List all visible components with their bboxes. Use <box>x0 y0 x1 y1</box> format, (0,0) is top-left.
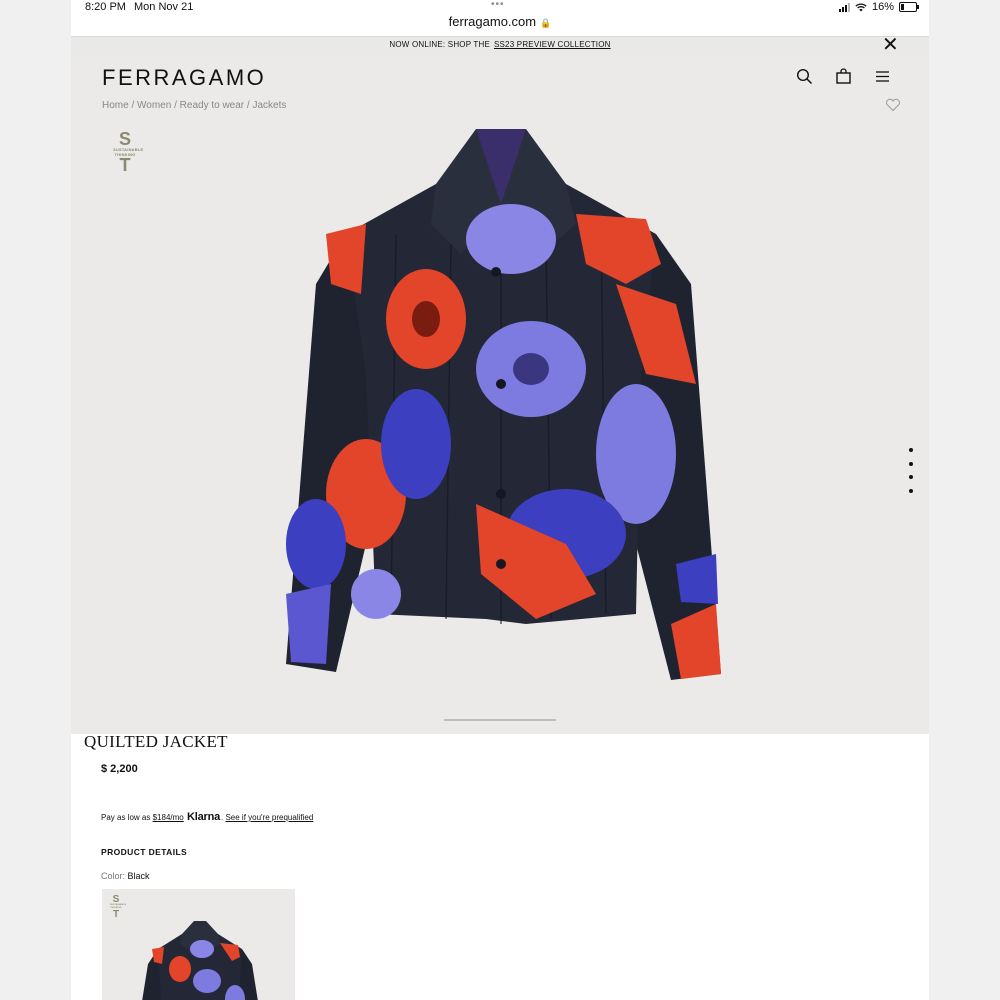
breadcrumb-ready-to-wear[interactable]: Ready to wear <box>180 100 244 111</box>
close-icon[interactable]: ✕ <box>882 35 899 55</box>
lock-icon: 🔒 <box>540 18 552 28</box>
breadcrumb-home[interactable]: Home <box>102 100 129 111</box>
product-title: QUILTED JACKET <box>84 732 228 751</box>
address-bar[interactable]: ferragamo.com 🔒 <box>71 14 929 36</box>
status-right: 16% <box>838 1 919 13</box>
url-domain: ferragamo.com <box>448 14 537 29</box>
menu-icon[interactable] <box>874 68 891 85</box>
color-label: Color: <box>101 871 126 881</box>
klarna-financing: Pay as low as $184/mo Klarna. See if you… <box>101 811 314 823</box>
breadcrumb-jackets[interactable]: Jackets <box>252 100 286 111</box>
more-options-icon[interactable] <box>908 448 914 493</box>
klarna-amount[interactable]: $184/mo <box>153 813 184 822</box>
klarna-logo: Klarna <box>186 811 221 823</box>
battery-percent: 16% <box>871 1 894 13</box>
thumbnail-jacket-image <box>142 921 258 1000</box>
thumbnail-badge: S SUSTAINABLE THINKING T <box>110 894 126 920</box>
product-hero: FERRAGAMO Home / Women / Ready to wear /… <box>71 56 929 734</box>
status-time: 8:20 PM <box>85 1 126 13</box>
promo-banner: NOW ONLINE: SHOP THE SS23 PREVIEW COLLECT… <box>71 35 929 57</box>
site-logo[interactable]: FERRAGAMO <box>102 65 266 91</box>
heart-icon[interactable] <box>885 98 901 112</box>
promo-link[interactable]: SS23 PREVIEW COLLECTION <box>494 40 611 49</box>
color-info: Color: Black <box>101 871 150 881</box>
thumbnail-badge-letter-s: S <box>112 894 120 905</box>
multitasking-dots-icon[interactable]: ••• <box>491 0 505 10</box>
color-swatch-thumbnail[interactable]: S SUSTAINABLE THINKING T <box>102 889 295 1000</box>
bag-icon[interactable] <box>835 68 852 85</box>
product-details-heading[interactable]: PRODUCT DETAILS <box>101 847 187 857</box>
breadcrumb: Home / Women / Ready to wear / Jackets <box>102 100 287 111</box>
battery-icon <box>899 2 919 12</box>
breadcrumb-women[interactable]: Women <box>137 100 171 111</box>
header-icons <box>796 68 891 85</box>
badge-letter-s: S <box>118 129 131 149</box>
browser-page: 8:20 PM Mon Nov 21 ••• 16% ferragamo.com… <box>71 0 929 1000</box>
product-price: $ 2,200 <box>101 763 138 775</box>
signal-icon <box>838 2 850 12</box>
klarna-prequalify-link[interactable]: See if you're prequalified <box>225 813 313 822</box>
product-image[interactable] <box>276 124 726 684</box>
status-date: Mon Nov 21 <box>134 1 194 13</box>
klarna-prefix: Pay as low as <box>101 813 151 822</box>
color-value: Black <box>127 871 150 881</box>
badge-letter-t: T <box>119 155 131 175</box>
image-carousel-indicator[interactable] <box>444 719 556 721</box>
wifi-icon <box>855 2 867 11</box>
sustainable-thinking-badge: S SUSTAINABLE THINKING T <box>113 129 143 175</box>
thumbnail-badge-letter-t: T <box>112 909 120 920</box>
search-icon[interactable] <box>796 68 813 85</box>
promo-text: NOW ONLINE: SHOP THE <box>389 40 490 49</box>
